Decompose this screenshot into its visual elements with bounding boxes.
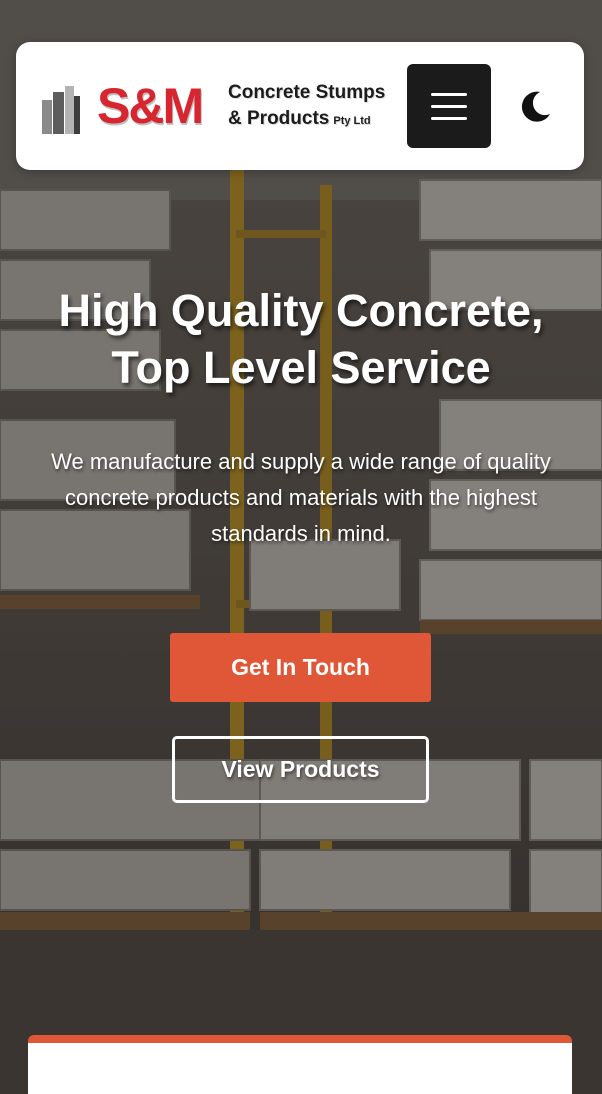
hero-title-line1: High Quality Concrete, xyxy=(58,285,544,336)
moon-icon xyxy=(521,91,550,122)
site-header: S&M Concrete Stumps & Products Pty Ltd xyxy=(16,42,584,170)
logo-mark: S&M xyxy=(97,78,204,134)
hero-title-line2: Top Level Service xyxy=(111,342,491,393)
logo-suffix: Pty Ltd xyxy=(333,115,371,127)
hamburger-icon-bar xyxy=(431,116,467,120)
logo-tagline-line2-text: & Products xyxy=(228,108,330,129)
menu-button[interactable] xyxy=(407,64,491,148)
hamburger-icon-bar xyxy=(431,104,467,108)
view-products-button[interactable]: View Products xyxy=(172,736,429,803)
hero-title: High Quality Concrete, Top Level Service xyxy=(20,282,582,396)
hero-subtitle: We manufacture and supply a wide range o… xyxy=(51,449,551,546)
hamburger-icon-bar xyxy=(431,92,467,96)
theme-toggle-button[interactable] xyxy=(516,86,556,126)
content-card xyxy=(28,1035,572,1094)
get-in-touch-button[interactable]: Get In Touch xyxy=(170,633,431,702)
logo-tagline-line2: & Products Pty Ltd xyxy=(228,108,371,130)
site-logo[interactable]: S&M Concrete Stumps & Products Pty Ltd xyxy=(42,78,392,138)
logo-tagline-line1: Concrete Stumps xyxy=(228,82,386,103)
building-logo-icon xyxy=(42,86,80,134)
